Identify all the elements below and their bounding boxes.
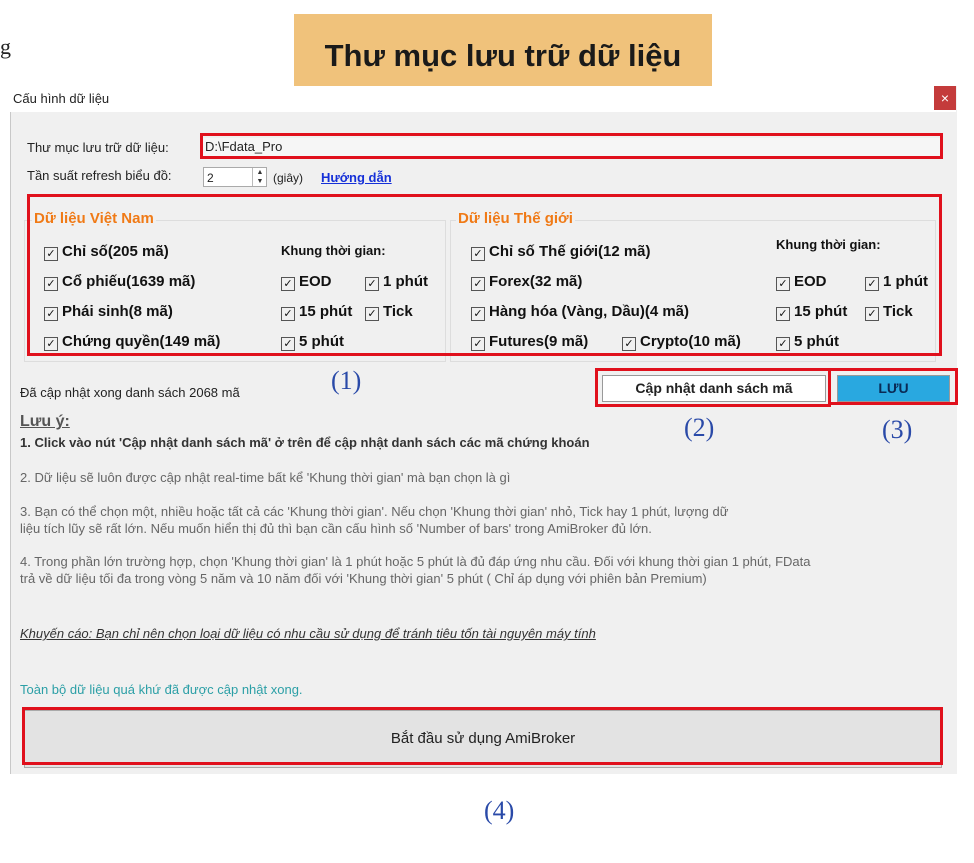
note-4b: trả về dữ liệu tối đa trong vòng 5 năm v… [20,571,707,586]
note-3a: 3. Bạn có thể chọn một, nhiều hoặc tất c… [20,504,729,519]
note-1: 1. Click vào nút 'Cập nhật danh sách mã'… [20,435,590,450]
complete-status: Toàn bộ dữ liệu quá khứ đã được cập nhật… [20,682,303,697]
dialog-window [10,86,957,774]
note-3b: liệu tích lũy sẽ rất lớn. Nếu muốn hiển … [20,521,652,536]
marker-4: (4) [484,796,515,825]
title-bar [10,86,956,112]
marker-1: (1) [331,366,362,395]
note-2: 2. Dữ liệu sẽ luôn được cập nhật real-ti… [20,470,511,485]
highlight-box [27,194,942,356]
folder-label: Thư mục lưu trữ dữ liệu: [27,140,169,155]
close-icon[interactable]: × [934,86,956,110]
highlight-box [595,368,831,407]
highlight-box [828,368,958,405]
text-fragment: g [0,34,11,59]
window-title: Cấu hình dữ liệu [13,91,110,106]
highlight-box [200,133,943,159]
marker-3: (3) [882,415,913,444]
note-4a: 4. Trong phần lớn trường hợp, chọn 'Khun… [20,554,811,569]
marker-2: (2) [684,413,715,442]
highlight-box [22,707,943,765]
notes-heading: Lưu ý: [20,413,70,430]
guide-link[interactable]: Hướng dẫn [321,170,392,185]
update-status: Đã cập nhật xong danh sách 2068 mã [20,385,240,400]
refresh-unit: (giây) [273,171,304,185]
callout-text: Thư mục lưu trữ dữ liệu [324,38,682,73]
spinner-arrows-icon[interactable]: ▲ ▼ [252,168,267,186]
refresh-label: Tần suất refresh biểu đồ: [27,168,172,183]
advice-note: Khuyến cáo: Bạn chỉ nên chọn loại dữ liệ… [20,626,596,641]
